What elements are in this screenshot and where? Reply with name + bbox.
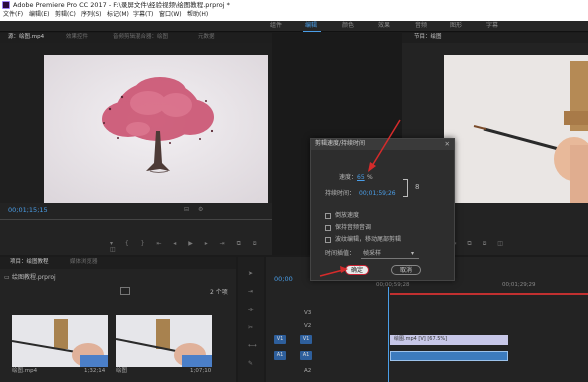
arrow-to-ok	[319, 266, 348, 277]
arrow-to-speed	[368, 119, 401, 172]
annotation-arrows	[319, 119, 401, 277]
